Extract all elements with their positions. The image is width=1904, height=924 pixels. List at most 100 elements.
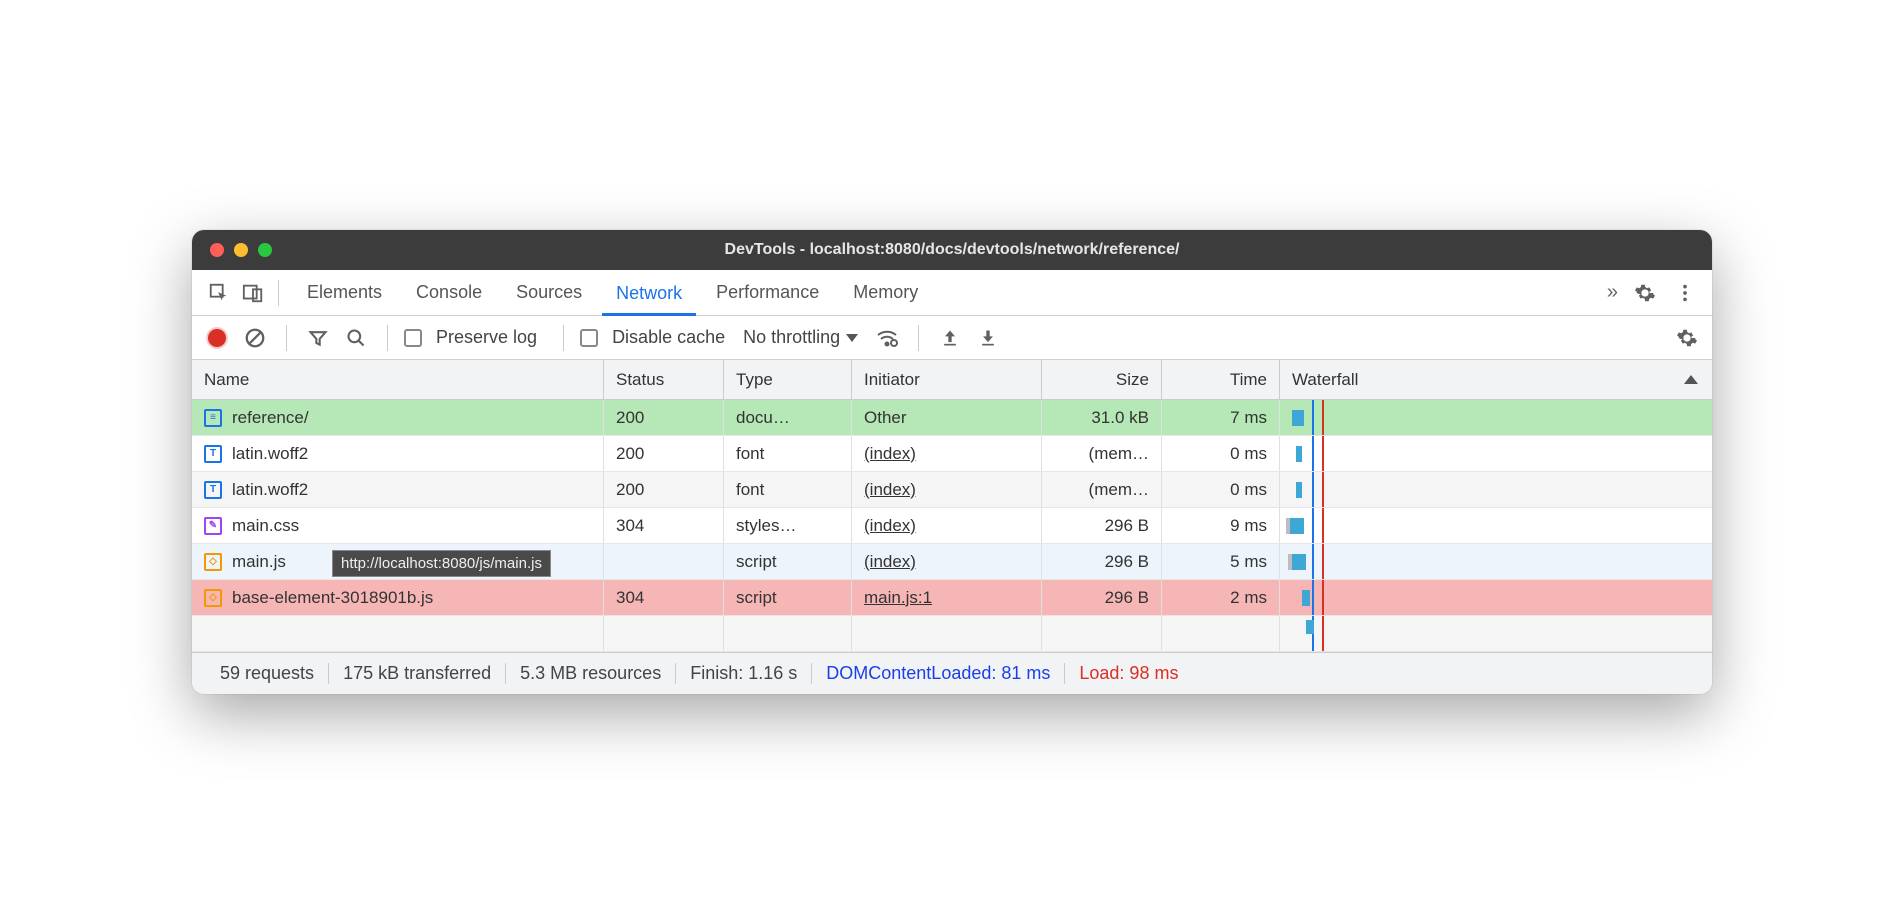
header-name[interactable]: Name (192, 360, 604, 399)
header-status[interactable]: Status (604, 360, 724, 399)
cell-type: styles… (724, 508, 852, 543)
table-row[interactable]: ◇main.jshttp://localhost:8080/js/main.js… (192, 544, 1712, 580)
preserve-log-checkbox[interactable] (404, 329, 422, 347)
tab-sources[interactable]: Sources (502, 270, 596, 316)
panel-tabs: ElementsConsoleSourcesNetworkPerformance… (293, 270, 1597, 316)
cell-status (604, 544, 724, 579)
cell-size: 31.0 kB (1042, 400, 1162, 435)
panel-tabbar: ElementsConsoleSourcesNetworkPerformance… (192, 270, 1712, 316)
request-name: reference/ (232, 408, 309, 428)
inspect-element-icon[interactable] (202, 276, 236, 310)
more-tabs-chevron-icon[interactable]: » (1597, 281, 1628, 304)
record-button[interactable] (202, 323, 232, 353)
divider (918, 325, 919, 351)
cell-status: 200 (604, 436, 724, 471)
cell-waterfall (1280, 436, 1712, 471)
cell-initiator[interactable]: (index) (852, 436, 1042, 471)
network-settings-gear-icon[interactable] (1672, 323, 1702, 353)
minimize-window[interactable] (234, 243, 248, 257)
traffic-lights (192, 243, 272, 257)
filter-icon[interactable] (303, 323, 333, 353)
throttling-value: No throttling (743, 327, 840, 348)
table-row[interactable]: ◇base-element-3018901b.js304scriptmain.j… (192, 580, 1712, 616)
table-row[interactable]: ≡ reference/200docu…Other31.0 kB7 ms (192, 400, 1712, 436)
doc-file-icon: ≡ (204, 409, 222, 427)
throttling-select[interactable]: No throttling (743, 327, 858, 348)
cell-type: font (724, 436, 852, 471)
waterfall-bar (1292, 554, 1306, 570)
cell-name[interactable]: ◇base-element-3018901b.js (192, 580, 604, 615)
disable-cache-checkbox[interactable] (580, 329, 598, 347)
cell-name[interactable]: ≡ reference/ (192, 400, 604, 435)
download-har-icon[interactable] (973, 323, 1003, 353)
divider (286, 325, 287, 351)
cell-size: 296 B (1042, 544, 1162, 579)
dcl-line (1312, 436, 1314, 471)
cell-time: 9 ms (1162, 508, 1280, 543)
waterfall-bar (1290, 518, 1304, 534)
cell-name[interactable]: ✎main.css (192, 508, 604, 543)
load-line (1322, 436, 1324, 471)
divider (563, 325, 564, 351)
cell-status: 200 (604, 472, 724, 507)
cell-time: 7 ms (1162, 400, 1280, 435)
header-waterfall[interactable]: Waterfall (1280, 360, 1712, 399)
cell-initiator[interactable]: main.js:1 (852, 580, 1042, 615)
dcl-line (1312, 544, 1314, 579)
kebab-menu-icon[interactable] (1668, 276, 1702, 310)
cell-type: docu… (724, 400, 852, 435)
upload-har-icon[interactable] (935, 323, 965, 353)
cell-initiator: Other (852, 400, 1042, 435)
cell-name[interactable]: Tlatin.woff2 (192, 472, 604, 507)
waterfall-bar (1292, 410, 1304, 426)
cell-type: script (724, 544, 852, 579)
cell-initiator[interactable]: (index) (852, 544, 1042, 579)
network-conditions-icon[interactable] (872, 323, 902, 353)
header-size[interactable]: Size (1042, 360, 1162, 399)
tab-elements[interactable]: Elements (293, 270, 396, 316)
devtools-window: DevTools - localhost:8080/docs/devtools/… (192, 230, 1712, 694)
dcl-line (1312, 580, 1314, 615)
network-toolbar: Preserve log Disable cache No throttling (192, 316, 1712, 360)
header-time[interactable]: Time (1162, 360, 1280, 399)
tab-memory[interactable]: Memory (839, 270, 932, 316)
cell-size: 296 B (1042, 580, 1162, 615)
device-toolbar-icon[interactable] (236, 276, 270, 310)
cell-name[interactable]: Tlatin.woff2 (192, 436, 604, 471)
dcl-line (1312, 400, 1314, 435)
tab-performance[interactable]: Performance (702, 270, 833, 316)
cell-initiator[interactable]: (index) (852, 472, 1042, 507)
css-file-icon: ✎ (204, 517, 222, 535)
dcl-line (1312, 508, 1314, 543)
status-bar: 59 requests 175 kB transferred 5.3 MB re… (192, 652, 1712, 694)
maximize-window[interactable] (258, 243, 272, 257)
table-row[interactable]: ✎main.css304styles…(index)296 B9 ms (192, 508, 1712, 544)
close-window[interactable] (210, 243, 224, 257)
tab-network[interactable]: Network (602, 270, 696, 316)
tab-console[interactable]: Console (402, 270, 496, 316)
font-file-icon: T (204, 445, 222, 463)
load-line (1322, 400, 1324, 435)
request-name: latin.woff2 (232, 444, 308, 464)
clear-icon[interactable] (240, 323, 270, 353)
window-title: DevTools - localhost:8080/docs/devtools/… (192, 241, 1712, 259)
cell-status: 304 (604, 508, 724, 543)
table-row[interactable]: Tlatin.woff2200font(index)(mem…0 ms (192, 436, 1712, 472)
search-icon[interactable] (341, 323, 371, 353)
table-row[interactable]: Tlatin.woff2200font(index)(mem…0 ms (192, 472, 1712, 508)
header-initiator[interactable]: Initiator (852, 360, 1042, 399)
dropdown-caret-icon (846, 334, 858, 342)
cell-status: 304 (604, 580, 724, 615)
cell-name[interactable]: ◇main.jshttp://localhost:8080/js/main.js (192, 544, 604, 579)
load-line (1322, 508, 1324, 543)
settings-gear-icon[interactable] (1628, 276, 1662, 310)
cell-status: 200 (604, 400, 724, 435)
header-type[interactable]: Type (724, 360, 852, 399)
dcl-line (1312, 472, 1314, 507)
titlebar: DevTools - localhost:8080/docs/devtools/… (192, 230, 1712, 270)
cell-waterfall (1280, 580, 1712, 615)
cell-time: 0 ms (1162, 436, 1280, 471)
header-waterfall-label: Waterfall (1292, 370, 1358, 390)
footer-requests: 59 requests (206, 663, 329, 684)
cell-initiator[interactable]: (index) (852, 508, 1042, 543)
